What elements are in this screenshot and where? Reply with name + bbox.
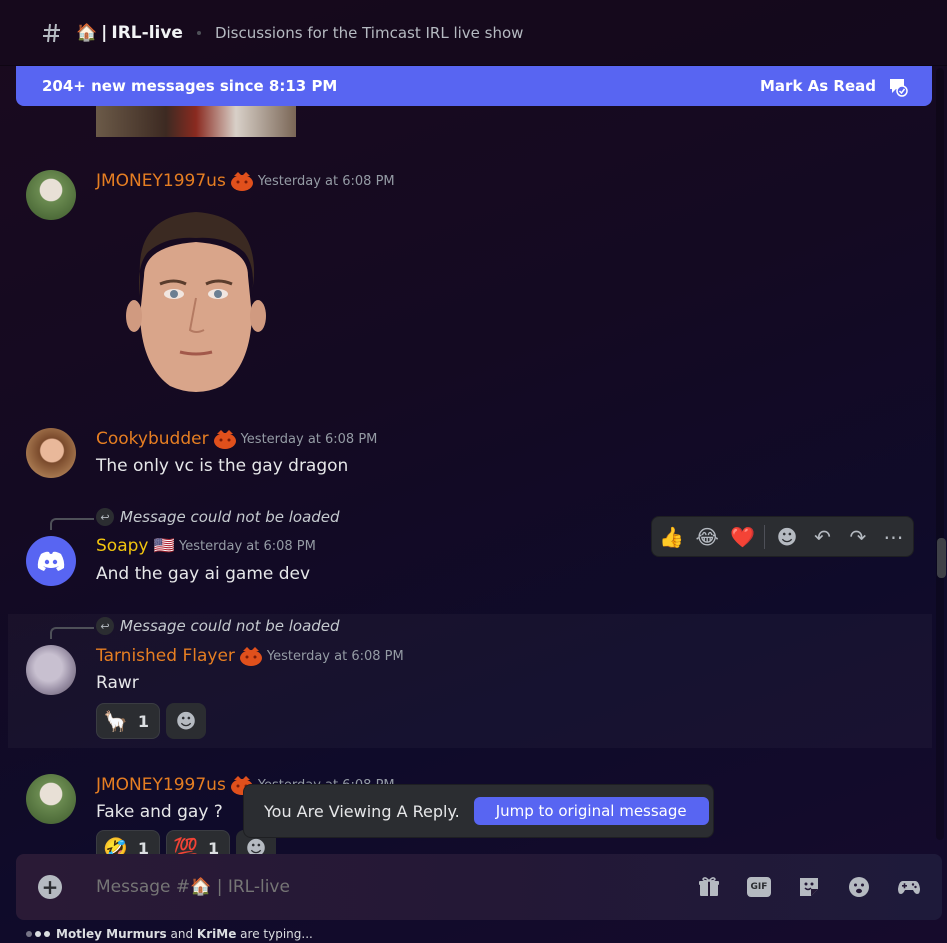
avatar[interactable] — [26, 536, 76, 586]
message-content: Rawr — [96, 673, 139, 693]
username[interactable]: Soapy — [96, 536, 148, 556]
reaction-emoji: 🦙 — [103, 709, 128, 733]
reply-reference[interactable]: ↩ Message could not be loaded — [96, 508, 340, 526]
sticker-icon[interactable] — [796, 874, 822, 900]
jump-to-original-button[interactable]: Jump to original message — [473, 797, 709, 825]
add-reaction-icon[interactable]: ☻ — [773, 523, 800, 551]
flag-emoji: 🇺🇸 — [153, 536, 176, 556]
reply-reference-text: Message could not be loaded — [120, 617, 340, 635]
gif-icon[interactable]: GIF — [746, 874, 772, 900]
reaction-pill[interactable]: 🦙 1 — [96, 703, 161, 739]
quick-react-joy[interactable]: 😂 — [693, 523, 720, 551]
upload-plus-icon[interactable]: + — [38, 875, 62, 899]
message-list[interactable]: JMONEY1997us Yesterday at 6:08 PM Cookybu… — [0, 66, 935, 854]
previous-message-image[interactable] — [96, 106, 296, 137]
house-emoji: 🏠 — [76, 22, 98, 43]
mark-as-read-button[interactable]: Mark As Read — [760, 75, 908, 97]
reaction-emoji: 🤣 — [103, 836, 128, 854]
new-messages-bar[interactable]: 204+ new messages since 8:13 PM Mark As … — [16, 66, 932, 106]
typing-user-1: Motley Murmurs — [56, 927, 167, 941]
reply-connector — [50, 627, 94, 639]
username[interactable]: JMONEY1997us — [96, 171, 226, 191]
reaction-emoji: 💯 — [173, 836, 198, 854]
reply-arrow-icon: ↩ — [96, 508, 114, 526]
timestamp[interactable]: Yesterday at 6:08 PM — [258, 174, 395, 189]
reply-arrow-icon: ↩ — [96, 617, 114, 635]
channel-name: 🏠 | IRL-live — [76, 23, 183, 43]
reaction-pill[interactable]: 🤣 1 — [96, 830, 161, 855]
activities-gamepad-icon[interactable] — [896, 874, 922, 900]
reaction-row: 🦙 1 ☻ — [96, 703, 207, 739]
role-badge-icon — [239, 645, 263, 667]
role-badge-icon — [230, 170, 254, 192]
timestamp[interactable]: Yesterday at 6:08 PM — [267, 649, 404, 664]
quick-react-thumbs-up[interactable]: 👍 — [658, 523, 685, 551]
typing-user-2: KriMe — [196, 927, 237, 941]
username[interactable]: Cookybudder — [96, 429, 209, 449]
channel-name-text: IRL-live — [111, 22, 183, 43]
reply-connector — [50, 518, 94, 530]
channel-topic[interactable]: Discussions for the Timcast IRL live sho… — [215, 24, 523, 42]
scrollbar-track[interactable] — [936, 68, 944, 840]
message-header: Tarnished Flayer Yesterday at 6:08 PM — [96, 645, 404, 667]
avatar[interactable] — [26, 645, 76, 695]
reply-icon[interactable]: ↶ — [809, 523, 836, 551]
viewing-reply-text: You Are Viewing A Reply. — [264, 801, 460, 821]
gift-icon[interactable] — [696, 874, 722, 900]
username[interactable]: JMONEY1997us — [96, 775, 226, 795]
reaction-count: 1 — [207, 838, 220, 855]
typing-suffix: are typing... — [240, 927, 313, 941]
gif-label: GIF — [747, 877, 771, 897]
forward-icon[interactable]: ↷ — [844, 523, 871, 551]
typing-dots-icon — [26, 931, 50, 937]
emoji-picker-icon[interactable] — [846, 874, 872, 900]
reaction-count: 1 — [137, 838, 150, 855]
timestamp[interactable]: Yesterday at 6:08 PM — [241, 432, 378, 447]
message-hover-toolbar: 👍 😂 ❤️ ☻ ↶ ↷ ⋯ — [651, 516, 914, 557]
message-header: Soapy 🇺🇸 Yesterday at 6:08 PM — [96, 536, 316, 556]
message-content: The only vc is the gay dragon — [96, 456, 349, 476]
discord-logo-icon — [37, 551, 65, 571]
channel-separator: | — [101, 22, 108, 43]
toolbar-divider — [764, 524, 766, 549]
text-channel-icon — [43, 23, 60, 42]
reply-reference[interactable]: ↩ Message could not be loaded — [96, 617, 340, 635]
message-content: Fake and gay ? — [96, 802, 223, 822]
avatar[interactable] — [26, 774, 76, 824]
timestamp[interactable]: Yesterday at 6:08 PM — [179, 539, 316, 554]
username[interactable]: Tarnished Flayer — [96, 646, 235, 666]
header-divider — [196, 30, 201, 35]
new-messages-text[interactable]: 204+ new messages since 8:13 PM — [42, 77, 337, 95]
message-header: JMONEY1997us Yesterday at 6:08 PM — [96, 170, 395, 192]
avatar[interactable] — [26, 428, 76, 478]
mark-as-read-label: Mark As Read — [760, 77, 876, 95]
message-content: And the gay ai game dev — [96, 564, 311, 584]
reaction-pill[interactable]: 💯 1 — [166, 830, 231, 855]
typing-indicator: Motley Murmurs and KriMe are typing... — [26, 927, 313, 941]
scrollbar-thumb[interactable] — [937, 538, 946, 578]
quick-react-heart[interactable]: ❤️ — [729, 523, 756, 551]
reaction-count: 1 — [137, 711, 150, 731]
message-header: Cookybudder Yesterday at 6:08 PM — [96, 428, 377, 450]
avatar[interactable] — [26, 170, 76, 220]
typing-text: Motley Murmurs and KriMe are typing... — [56, 927, 313, 941]
reply-reference-text: Message could not be loaded — [120, 508, 340, 526]
message-input[interactable] — [96, 877, 656, 897]
viewing-reply-banner: You Are Viewing A Reply. Jump to origina… — [243, 784, 714, 838]
role-badge-icon — [213, 428, 237, 450]
channel-header: 🏠 | IRL-live Discussions for the Timcast… — [0, 0, 947, 66]
more-options-icon[interactable]: ⋯ — [880, 523, 907, 551]
face-image[interactable] — [126, 206, 266, 394]
composer-actions: GIF — [696, 874, 922, 900]
message-composer: + GIF — [16, 854, 942, 920]
add-reaction-icon[interactable]: ☻ — [166, 703, 207, 739]
typing-joiner: and — [170, 927, 194, 941]
mark-read-icon — [890, 79, 908, 97]
